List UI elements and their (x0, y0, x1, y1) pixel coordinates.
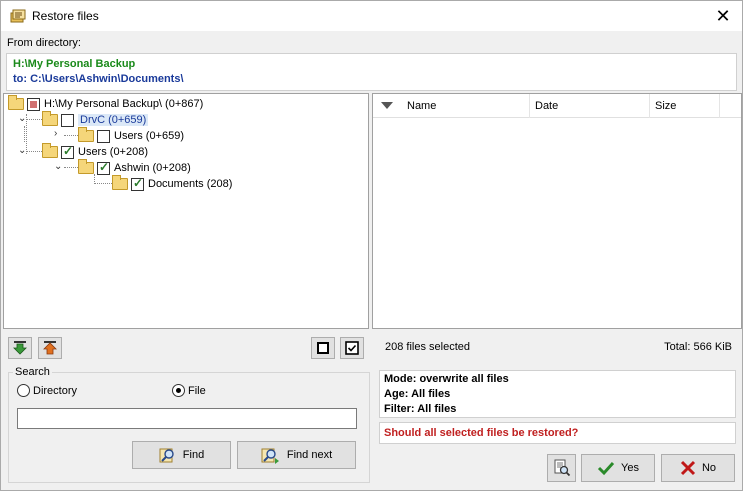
confirmation-question: Should all selected files be restored? (379, 422, 736, 444)
folder-icon (42, 143, 58, 158)
tree-item-label: Users (0+208) (78, 146, 149, 158)
app-icon (10, 9, 26, 23)
cross-icon (680, 460, 696, 476)
yes-button[interactable]: Yes (581, 454, 655, 482)
checkmark-icon (597, 461, 615, 476)
preview-button[interactable] (547, 454, 576, 482)
search-input[interactable] (17, 408, 357, 429)
tree-checkbox[interactable] (97, 160, 110, 175)
preview-icon (554, 459, 570, 477)
tree-checkbox[interactable] (131, 176, 144, 191)
tree-item-label: Documents (208) (148, 178, 233, 190)
tree-item-root[interactable]: H:\My Personal Backup\ (0+867) (8, 95, 204, 112)
radio-button[interactable] (17, 384, 30, 397)
radio-button[interactable] (172, 384, 185, 397)
radio-label: File (188, 384, 206, 397)
file-list[interactable]: Name Date Size (372, 93, 742, 329)
find-next-button-label: Find next (286, 449, 333, 461)
yes-button-label: Yes (621, 462, 639, 474)
folder-icon (112, 175, 128, 190)
find-icon (159, 448, 174, 463)
chevron-down-icon[interactable]: ⌄ (18, 145, 26, 156)
checked-checkbox-icon (345, 341, 359, 355)
file-list-header: Name Date Size (373, 94, 741, 118)
column-divider[interactable] (719, 94, 720, 118)
tree-checkbox[interactable] (97, 129, 110, 143)
arrow-up-icon (43, 341, 57, 355)
no-button-label: No (701, 462, 717, 474)
tree-connector (94, 183, 112, 184)
close-icon: ✕ (715, 5, 731, 26)
find-button[interactable]: Find (132, 441, 231, 469)
tree-connector (26, 151, 42, 152)
chevron-down-icon[interactable]: ⌄ (54, 161, 62, 172)
no-button[interactable]: No (661, 454, 735, 482)
tree-item-label: Users (0+659) (114, 130, 185, 142)
age-text: Age: All files (384, 388, 451, 400)
chevron-down-icon[interactable]: ⌄ (18, 113, 26, 124)
restore-files-dialog: Restore files ✕ From directory: H:\My Pe… (0, 0, 743, 491)
tree-item-label: DrvC (0+659) (78, 114, 149, 126)
tree-item-users[interactable]: Users (0+208) (42, 143, 149, 160)
empty-checkbox-icon (317, 342, 329, 354)
files-selected-count: 208 files selected (385, 341, 470, 353)
find-button-label: Find (182, 449, 205, 461)
folder-icon (42, 111, 58, 126)
folder-tree[interactable]: H:\My Personal Backup\ (0+867) ⌄ DrvC (0… (3, 93, 369, 329)
check-all-button[interactable] (340, 337, 364, 359)
tree-item-ashwin[interactable]: Ashwin (0+208) (78, 159, 191, 176)
column-divider[interactable] (649, 94, 650, 118)
sort-arrow-icon[interactable] (381, 102, 393, 110)
search-group-label: Search (13, 366, 52, 378)
tree-checkbox[interactable] (61, 144, 74, 159)
title-bar: Restore files ✕ (1, 1, 742, 31)
radio-file[interactable]: File (172, 384, 206, 397)
tree-checkbox[interactable] (61, 113, 74, 127)
question-text: Should all selected files be restored? (384, 427, 579, 439)
filter-text: Filter: All files (384, 403, 457, 415)
tree-connector (26, 119, 42, 120)
window-title: Restore files (32, 9, 99, 23)
chevron-right-icon[interactable]: › (54, 128, 57, 139)
tree-connector (24, 126, 25, 142)
tree-checkbox[interactable] (27, 97, 40, 111)
uncheck-all-button[interactable] (311, 337, 335, 359)
column-size[interactable]: Size (655, 100, 676, 112)
restore-summary: Mode: overwrite all files Age: All files… (379, 370, 736, 418)
tree-item-drvc[interactable]: DrvC (0+659) (42, 111, 149, 128)
move-up-button[interactable] (38, 337, 62, 359)
mode-text: Mode: overwrite all files (384, 373, 509, 385)
tree-item-label: H:\My Personal Backup\ (0+867) (44, 98, 204, 110)
tree-item-users-drvc[interactable]: Users (0+659) (78, 127, 185, 144)
column-date[interactable]: Date (535, 100, 558, 112)
tree-item-label: Ashwin (0+208) (114, 162, 191, 174)
tree-connector (64, 167, 78, 168)
find-next-icon (261, 448, 279, 464)
close-button[interactable]: ✕ (704, 1, 742, 31)
folder-icon (78, 127, 94, 142)
column-divider[interactable] (529, 94, 530, 118)
find-next-button[interactable]: Find next (237, 441, 356, 469)
move-down-button[interactable] (8, 337, 32, 359)
source-path: H:\My Personal Backup (13, 58, 136, 70)
arrow-down-icon (13, 341, 27, 355)
radio-directory[interactable]: Directory (17, 384, 77, 397)
target-path: to: C:\Users\Ashwin\Documents\ (13, 73, 184, 85)
column-name[interactable]: Name (407, 100, 436, 112)
folder-icon (78, 159, 94, 174)
from-directory-box: H:\My Personal Backup to: C:\Users\Ashwi… (6, 53, 737, 91)
tree-connector (64, 135, 78, 136)
tree-item-documents[interactable]: Documents (208) (112, 175, 233, 192)
total-size: Total: 566 KiB (664, 341, 732, 353)
folder-icon (8, 95, 24, 110)
from-directory-label: From directory: (7, 37, 81, 49)
radio-label: Directory (33, 384, 78, 397)
